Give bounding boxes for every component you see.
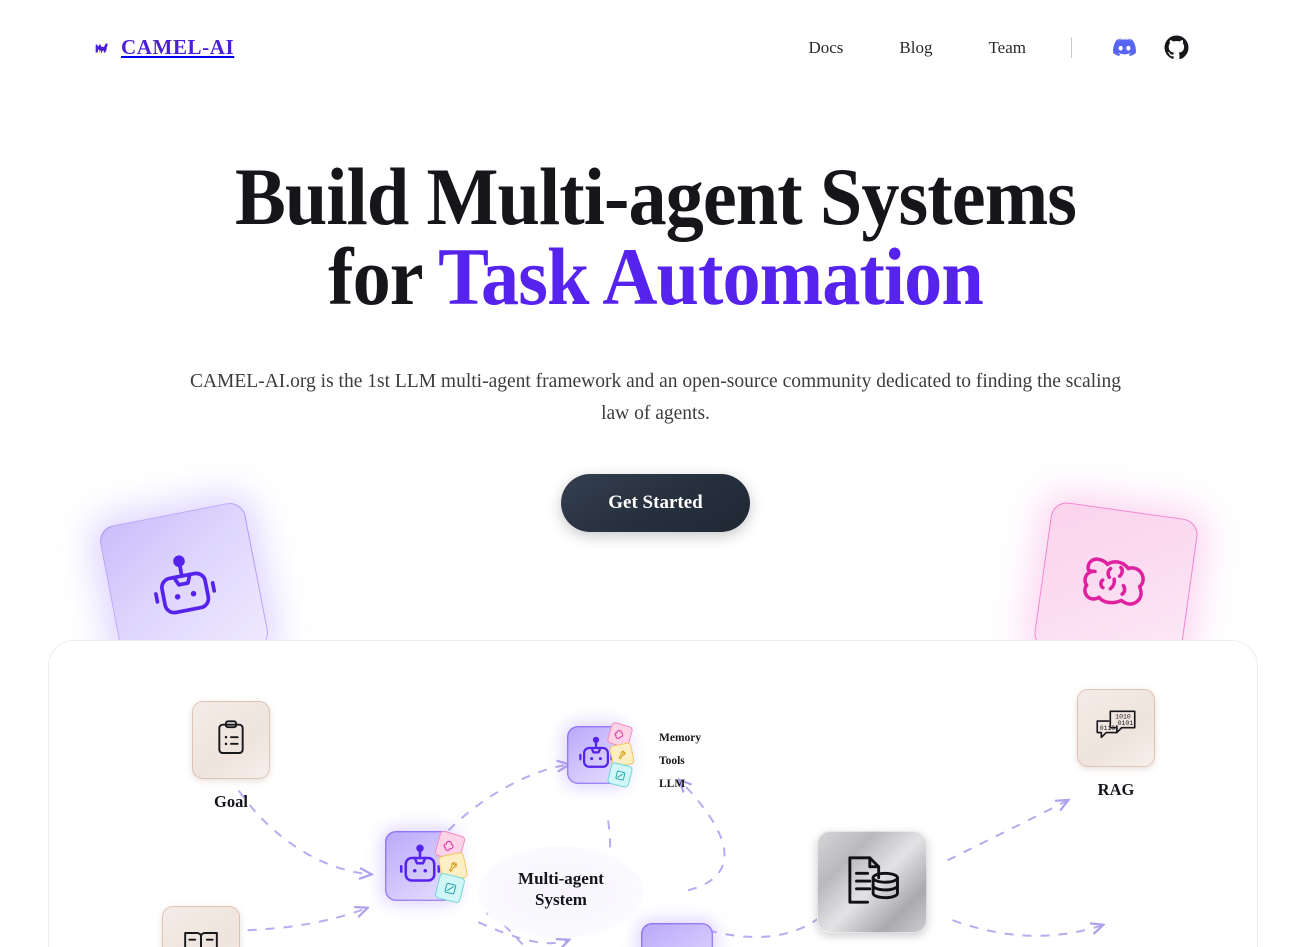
goal-label: Goal	[214, 792, 248, 811]
svg-text:0101: 0101	[1118, 720, 1134, 727]
diagram-node-datastore[interactable]	[817, 831, 927, 933]
rag-label: RAG	[1097, 780, 1135, 799]
binary-speech-bubbles-icon: 1010 0101 0110	[1094, 708, 1138, 749]
headline-accent-text: Task Automation	[438, 231, 984, 323]
robot-agent-icon	[140, 541, 228, 633]
chip-label-tools: Tools	[659, 755, 685, 767]
diagram-node-agent-small[interactable]: Memory Tools LLM	[567, 721, 701, 790]
diagram-node-agent-large[interactable]	[385, 829, 469, 904]
nav-link-docs[interactable]: Docs	[780, 38, 871, 58]
headline-line-1: Build Multi-agent Systems	[234, 151, 1077, 242]
github-icon[interactable]	[1159, 31, 1193, 65]
hero-subtitle: CAMEL-AI.org is the 1st LLM multi-agent …	[189, 370, 1122, 424]
diagram-node-book[interactable]	[162, 906, 240, 947]
datastore-card	[817, 831, 927, 933]
rag-card: 1010 0101 0110	[1077, 689, 1155, 767]
svg-text:0110: 0110	[1100, 725, 1116, 732]
diagram-node-agent-bottom[interactable]	[641, 923, 713, 947]
nav-link-team[interactable]: Team	[960, 38, 1054, 58]
diagram-node-goal[interactable]: Goal	[192, 701, 270, 812]
get-started-button[interactable]: Get Started	[561, 474, 750, 533]
document-database-icon	[841, 853, 903, 912]
agent-capability-labels: Memory Tools LLM	[659, 732, 701, 790]
clipboard-checklist-icon	[211, 718, 251, 763]
top-navigation-bar: CAMEL-AI Docs Blog Team	[0, 0, 1311, 95]
center-label-line-1: Multi-agent	[518, 869, 604, 888]
camel-icon	[92, 37, 114, 59]
diagram-node-rag[interactable]: 1010 0101 0110 RAG	[1077, 689, 1155, 800]
multi-agent-diagram: Goal Memory Tools LLM 1010 0101 0110 RAG	[48, 640, 1258, 947]
chip-label-llm: LLM	[659, 778, 686, 790]
multi-agent-system-label: Multi-agent System	[478, 868, 644, 911]
nav-link-blog[interactable]: Blog	[871, 38, 960, 58]
center-label-line-2: System	[535, 890, 587, 910]
logo-text: CAMEL-AI	[121, 35, 235, 59]
nav-divider	[1071, 37, 1072, 58]
brain-icon	[1071, 543, 1160, 624]
goal-card	[192, 701, 270, 779]
page-title: Build Multi-agent Systems for Task Autom…	[46, 156, 1265, 318]
logo-home-link[interactable]: CAMEL-AI	[92, 35, 234, 60]
discord-icon[interactable]	[1107, 31, 1141, 65]
hero-section: Build Multi-agent Systems for Task Autom…	[0, 95, 1311, 674]
nav-links-group: Docs Blog Team	[780, 31, 1193, 65]
chip-label-memory: Memory	[659, 732, 702, 744]
headline-line-2-prefix: for	[328, 231, 439, 323]
open-book-icon	[181, 926, 221, 947]
book-card	[162, 906, 240, 947]
